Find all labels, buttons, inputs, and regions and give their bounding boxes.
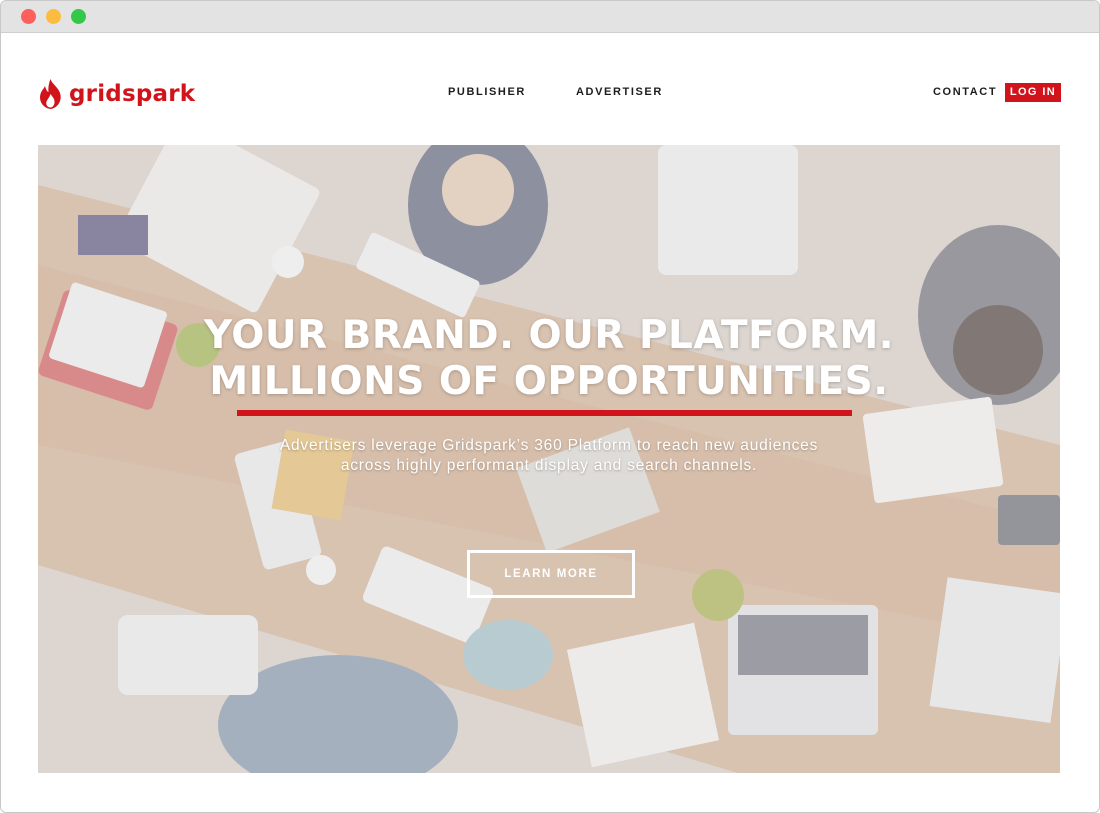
- maximize-window-button[interactable]: [71, 9, 86, 24]
- nav-contact-link[interactable]: CONTACT: [933, 86, 997, 98]
- login-button[interactable]: LOG IN: [1005, 83, 1061, 102]
- brand-logo[interactable]: gridspark: [38, 77, 195, 111]
- hero-banner: YOUR BRAND. OUR PLATFORM. MILLIONS OF OP…: [38, 145, 1060, 773]
- nav-advertiser-link[interactable]: ADVERTISER: [576, 86, 663, 98]
- hero-headline-line-2: MILLIONS OF OPPORTUNITIES.: [209, 359, 889, 404]
- learn-more-button[interactable]: LEARN MORE: [467, 550, 635, 598]
- hero-subtext-line-1: Advertisers leverage Gridspark’s 360 Pla…: [279, 437, 819, 454]
- brand-name: gridspark: [69, 81, 196, 107]
- nav-publisher-link[interactable]: PUBLISHER: [448, 86, 526, 98]
- headline-underline: [237, 410, 852, 416]
- site-header: gridspark PUBLISHER ADVERTISER CONTACT L…: [1, 33, 1099, 146]
- close-window-button[interactable]: [21, 9, 36, 24]
- flame-icon: [40, 79, 61, 109]
- hero-headline-line-1: YOUR BRAND. OUR PLATFORM.: [203, 313, 895, 358]
- hero-subtext-line-2: across highly performant display and sea…: [340, 457, 758, 474]
- minimize-window-button[interactable]: [46, 9, 61, 24]
- window-titlebar: [1, 1, 1099, 33]
